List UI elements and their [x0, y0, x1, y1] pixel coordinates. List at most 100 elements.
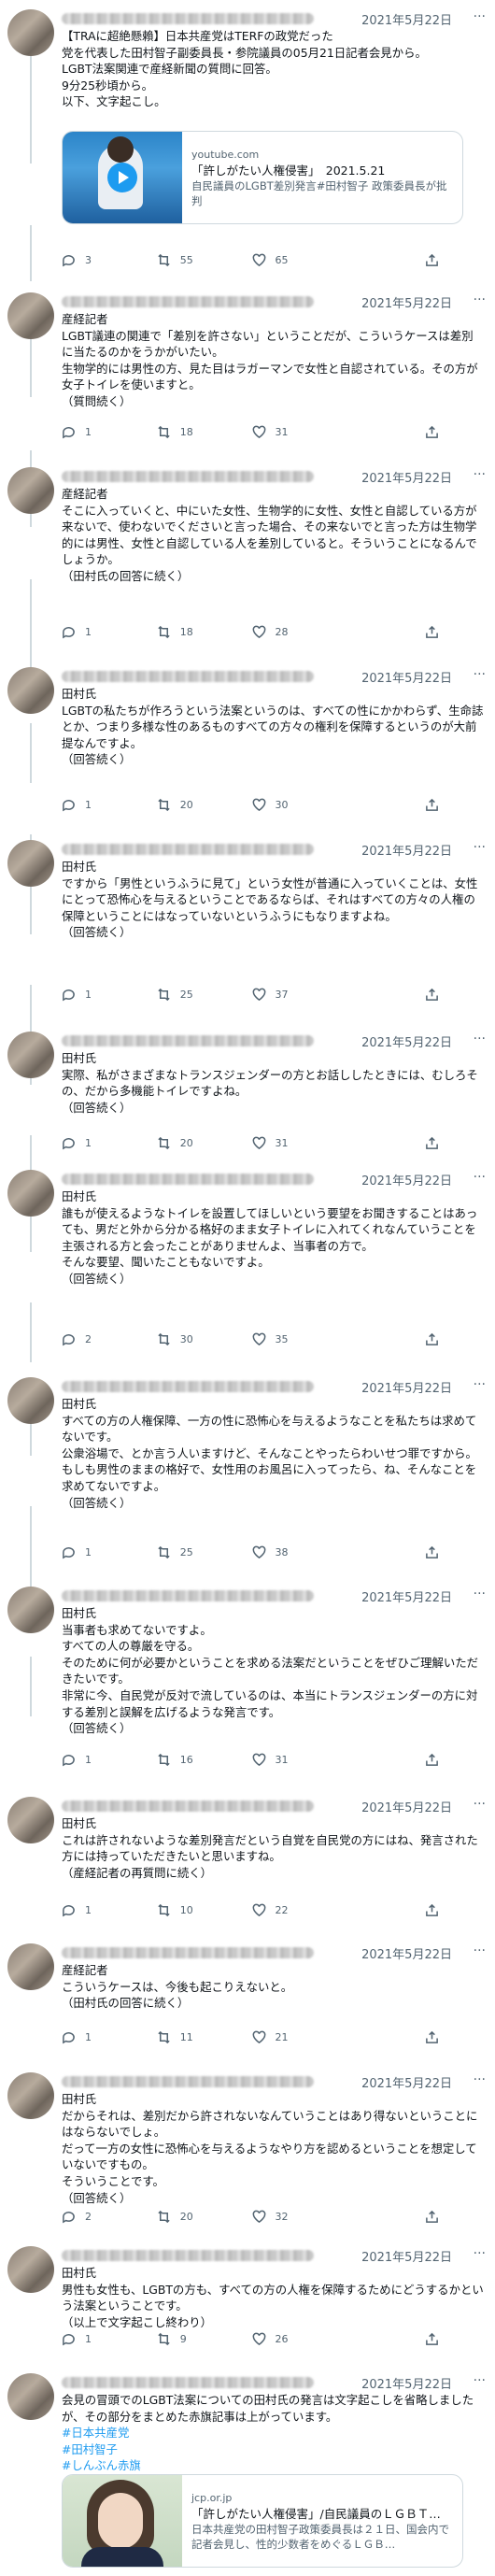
like-button[interactable]: 35	[252, 1332, 347, 1346]
like-button[interactable]: 31	[252, 1136, 347, 1150]
hashtag-link[interactable]: #しんぶん赤旗	[62, 2457, 484, 2474]
author-name-blurred[interactable]	[62, 2377, 314, 2388]
reply-button[interactable]: 2	[62, 2210, 157, 2224]
tweet-date[interactable]: 2021年5月22日	[361, 10, 452, 28]
tweet-date[interactable]: 2021年5月22日	[361, 1587, 452, 1605]
author-name-blurred[interactable]	[62, 1381, 314, 1392]
share-button[interactable]	[425, 625, 439, 639]
retweet-button[interactable]: 18	[157, 425, 252, 439]
share-button[interactable]	[425, 1545, 439, 1559]
tweet[interactable]: 2021年5月22日 ··· 産経記者 LGBT議連の関連で「差別を許さない」と…	[0, 287, 495, 410]
retweet-button[interactable]: 20	[157, 1136, 252, 1150]
avatar[interactable]	[7, 2072, 54, 2119]
avatar[interactable]	[7, 840, 54, 887]
retweet-button[interactable]: 55	[157, 253, 252, 267]
tweet[interactable]: 2021年5月22日 ··· 田村氏 誰もが使えるようなトイレを設置してほしいと…	[0, 1164, 495, 1288]
reply-button[interactable]: 1	[62, 988, 157, 1002]
retweet-button[interactable]: 30	[157, 1332, 252, 1346]
like-button[interactable]: 26	[252, 2332, 347, 2346]
reply-button[interactable]: 3	[62, 253, 157, 267]
like-button[interactable]: 21	[252, 2030, 347, 2044]
like-button[interactable]: 65	[252, 253, 347, 267]
tweet-date[interactable]: 2021年5月22日	[361, 2073, 452, 2091]
more-icon[interactable]: ···	[474, 1797, 486, 1812]
author-name-blurred[interactable]	[62, 1035, 314, 1046]
retweet-button[interactable]: 11	[157, 2030, 252, 2044]
like-button[interactable]: 37	[252, 988, 347, 1002]
tweet-date[interactable]: 2021年5月22日	[361, 1171, 452, 1188]
author-name-blurred[interactable]	[62, 1174, 314, 1185]
reply-button[interactable]: 1	[62, 425, 157, 439]
reply-button[interactable]: 1	[62, 798, 157, 812]
more-icon[interactable]: ···	[474, 2246, 486, 2261]
share-button[interactable]	[425, 2210, 439, 2224]
author-name-blurred[interactable]	[62, 471, 314, 482]
link-card-youtube[interactable]: youtube.com 「許しがたい人権侵害」 2021.5.21 自民議員のL…	[62, 131, 463, 224]
more-icon[interactable]: ···	[474, 1943, 486, 1958]
avatar[interactable]	[7, 1797, 54, 1843]
retweet-button[interactable]: 20	[157, 798, 252, 812]
retweet-button[interactable]: 18	[157, 625, 252, 639]
author-name-blurred[interactable]	[62, 1947, 314, 1958]
author-name-blurred[interactable]	[62, 1590, 314, 1601]
retweet-button[interactable]: 25	[157, 988, 252, 1002]
more-icon[interactable]: ···	[474, 2072, 486, 2087]
more-icon[interactable]: ···	[474, 9, 486, 24]
avatar[interactable]	[7, 2246, 54, 2293]
tweet[interactable]: 2021年5月22日 ··· 田村氏 これは許されないような差別発言だという自覚…	[0, 1791, 495, 1881]
more-icon[interactable]: ···	[474, 1587, 486, 1601]
more-icon[interactable]: ···	[474, 1170, 486, 1185]
tweet[interactable]: 2021年5月22日 ··· 産経記者 そこに入っていくと、中にいた女性、生物学…	[0, 462, 495, 585]
tweet-date[interactable]: 2021年5月22日	[361, 1944, 452, 1962]
more-icon[interactable]: ···	[474, 1377, 486, 1392]
author-name-blurred[interactable]	[62, 671, 314, 682]
tweet[interactable]: 2021年5月22日 ··· 会見の冒頭でのLGBT法案についての田村氏の発言は…	[0, 2368, 495, 2474]
author-name-blurred[interactable]	[62, 1800, 314, 1812]
retweet-button[interactable]: 25	[157, 1545, 252, 1559]
tweet-date[interactable]: 2021年5月22日	[361, 468, 452, 486]
tweet-date[interactable]: 2021年5月22日	[361, 668, 452, 686]
avatar[interactable]	[7, 467, 54, 514]
tweet-date[interactable]: 2021年5月22日	[361, 1032, 452, 1050]
tweet[interactable]: 2021年5月22日 ··· 田村氏 実際、私がさまざまなトランスジェンダーの方…	[0, 1026, 495, 1116]
tweet[interactable]: 2021年5月22日 ··· 田村氏 男性も女性も、LGBTの方も、すべての方の…	[0, 2241, 495, 2330]
share-button[interactable]	[425, 1753, 439, 1767]
tweet-date[interactable]: 2021年5月22日	[361, 1378, 452, 1396]
tweet-date[interactable]: 2021年5月22日	[361, 293, 452, 311]
hashtag-link[interactable]: #日本共産党	[62, 2425, 484, 2441]
more-icon[interactable]: ···	[474, 292, 486, 307]
reply-button[interactable]: 2	[62, 1332, 157, 1346]
reply-button[interactable]: 1	[62, 1903, 157, 1917]
share-button[interactable]	[425, 253, 439, 267]
more-icon[interactable]: ···	[474, 840, 486, 855]
reply-button[interactable]: 1	[62, 2030, 157, 2044]
tweet[interactable]: 2021年5月22日 ··· 産経記者 こういうケースは、今後も起こりえないと。…	[0, 1938, 495, 2012]
tweet[interactable]: 2021年5月22日 ··· 田村氏 当事者も求めてないですよ。 すべての人の尊…	[0, 1581, 495, 1737]
reply-button[interactable]: 1	[62, 1136, 157, 1150]
retweet-button[interactable]: 10	[157, 1903, 252, 1917]
share-button[interactable]	[425, 425, 439, 439]
avatar[interactable]	[7, 667, 54, 714]
tweet[interactable]: 2021年5月22日 ··· 田村氏 だからそれは、差別だから許されないなんてい…	[0, 2067, 495, 2206]
avatar[interactable]	[7, 1377, 54, 1424]
retweet-button[interactable]: 20	[157, 2210, 252, 2224]
author-name-blurred[interactable]	[62, 13, 314, 24]
tweet-date[interactable]: 2021年5月22日	[361, 2374, 452, 2392]
tweet-date[interactable]: 2021年5月22日	[361, 1798, 452, 1815]
avatar[interactable]	[7, 1587, 54, 1633]
link-card-jcp[interactable]: jcp.or.jp 「許しがたい人権侵害」/自民議員のＬＧＢＴ… 日本共産党の田…	[62, 2474, 463, 2568]
reply-button[interactable]: 1	[62, 1753, 157, 1767]
author-name-blurred[interactable]	[62, 2250, 314, 2261]
avatar[interactable]	[7, 1032, 54, 1078]
retweet-button[interactable]: 16	[157, 1753, 252, 1767]
author-name-blurred[interactable]	[62, 296, 314, 307]
more-icon[interactable]: ···	[474, 667, 486, 682]
reply-button[interactable]: 1	[62, 2332, 157, 2346]
share-button[interactable]	[425, 798, 439, 812]
tweet-date[interactable]: 2021年5月22日	[361, 2247, 452, 2265]
like-button[interactable]: 38	[252, 1545, 347, 1559]
like-button[interactable]: 30	[252, 798, 347, 812]
like-button[interactable]: 32	[252, 2210, 347, 2224]
share-button[interactable]	[425, 2332, 439, 2346]
like-button[interactable]: 31	[252, 425, 347, 439]
